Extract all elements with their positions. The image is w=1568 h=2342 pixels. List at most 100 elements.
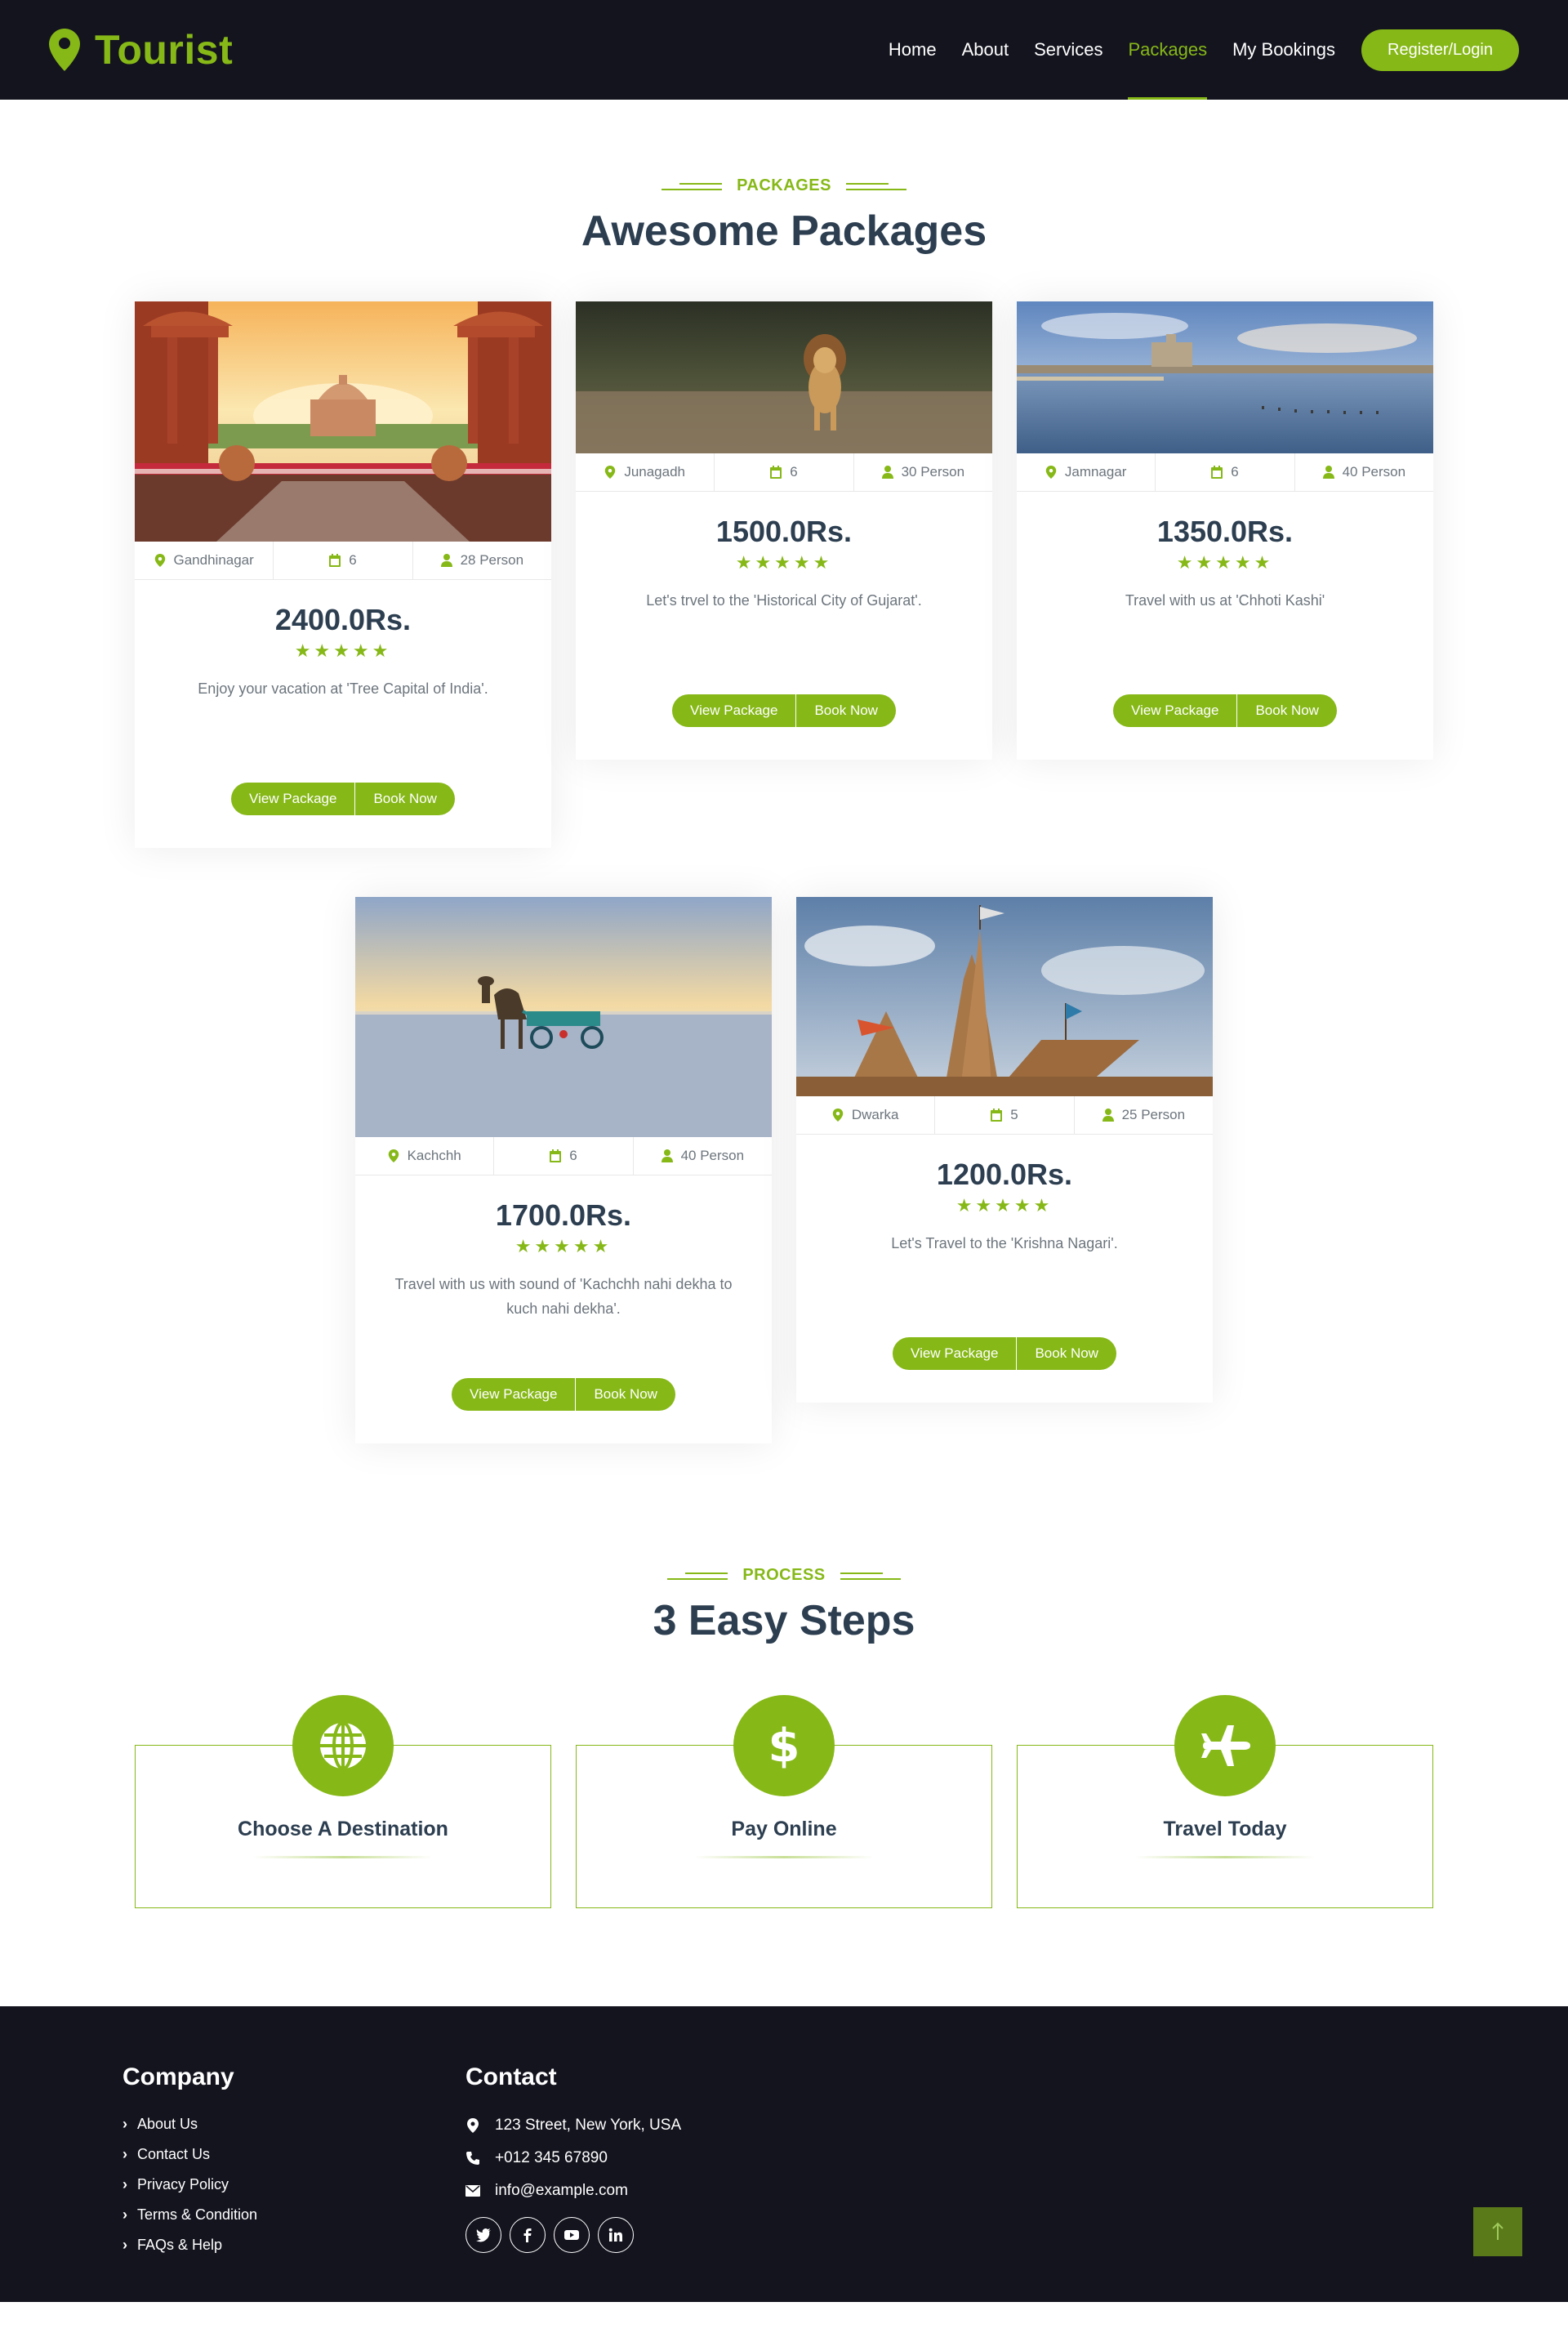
footer-contact: Contact 123 Street, New York, USA +012 3… bbox=[466, 2063, 808, 2302]
brand-name: Tourist bbox=[95, 27, 234, 73]
meta-location: Gandhinagar bbox=[135, 542, 274, 579]
meta-persons: 30 Person bbox=[854, 453, 992, 491]
package-image-dwarka bbox=[796, 897, 1213, 1096]
arrow-up-icon bbox=[1492, 2222, 1503, 2240]
nav-services[interactable]: Services bbox=[1034, 0, 1102, 100]
footer-link-privacy-policy[interactable]: › Privacy Policy bbox=[122, 2170, 466, 2200]
footer-link-faqs[interactable]: › FAQs & Help bbox=[122, 2230, 466, 2260]
package-card-dwarka: Dwarka 5 25 Person 1200.0Rs. ★★★★★ Let's… bbox=[796, 897, 1213, 1403]
footer-link-label: About Us bbox=[137, 2116, 198, 2132]
navbar: Tourist Home About Services Packages My … bbox=[0, 0, 1568, 100]
meta-location: Jamnagar bbox=[1017, 453, 1156, 491]
nav-home[interactable]: Home bbox=[889, 0, 937, 100]
nav-packages[interactable]: Packages bbox=[1128, 0, 1207, 100]
nav-my-bookings[interactable]: My Bookings bbox=[1232, 0, 1335, 100]
meta-persons-text: 40 Person bbox=[1342, 464, 1406, 480]
meta-location-text: Dwarka bbox=[851, 1107, 899, 1122]
book-now-button[interactable]: Book Now bbox=[355, 783, 455, 815]
meta-location: Junagadh bbox=[576, 453, 715, 491]
process-eyebrow: PROCESS bbox=[667, 1566, 901, 1585]
step-choose-destination: Choose A Destination bbox=[135, 1695, 551, 1908]
step-title: Pay Online bbox=[731, 1818, 837, 1840]
svg-text:$: $ bbox=[768, 1720, 800, 1773]
view-package-button[interactable]: View Package bbox=[893, 1337, 1018, 1370]
rating-stars: ★★★★★ bbox=[294, 640, 392, 661]
packages-section: PACKAGES Awesome Packages Gandhinagar 6 … bbox=[0, 100, 1568, 1443]
footer-link-contact-us[interactable]: › Contact Us bbox=[122, 2139, 466, 2170]
footer-email-text: info@example.com bbox=[495, 2182, 628, 2199]
steps-list: Choose A Destination $ Pay Online Travel… bbox=[0, 1694, 1568, 1908]
view-package-button[interactable]: View Package bbox=[452, 1378, 577, 1411]
youtube-icon[interactable] bbox=[554, 2217, 590, 2253]
book-now-button[interactable]: Book Now bbox=[576, 1378, 675, 1411]
view-package-button[interactable]: View Package bbox=[231, 783, 356, 815]
process-heading: PROCESS 3 Easy Steps bbox=[0, 1566, 1568, 1645]
register-login-button[interactable]: Register/Login bbox=[1361, 29, 1519, 71]
twitter-icon[interactable] bbox=[466, 2217, 501, 2253]
location-icon bbox=[1045, 466, 1057, 479]
chevron-right-icon: › bbox=[122, 2116, 127, 2132]
meta-persons: 40 Person bbox=[634, 1137, 772, 1175]
step-title: Travel Today bbox=[1163, 1818, 1287, 1840]
step-title: Choose A Destination bbox=[238, 1818, 448, 1840]
linkedin-icon[interactable] bbox=[598, 2217, 634, 2253]
footer-link-label: FAQs & Help bbox=[137, 2237, 223, 2253]
step-icon-circle bbox=[1174, 1695, 1276, 1796]
chevron-right-icon: › bbox=[122, 2206, 127, 2223]
meta-persons: 25 Person bbox=[1075, 1096, 1213, 1134]
process-title: 3 Easy Steps bbox=[653, 1597, 915, 1644]
meta-persons-text: 40 Person bbox=[680, 1148, 745, 1163]
map-marker-icon bbox=[467, 2118, 479, 2133]
package-actions: View Package Book Now bbox=[135, 783, 551, 815]
globe-icon bbox=[320, 1721, 366, 1770]
footer-link-about-us[interactable]: › About Us bbox=[122, 2109, 466, 2139]
location-icon bbox=[605, 466, 616, 479]
back-to-top-button[interactable] bbox=[1473, 2207, 1522, 2256]
step-travel-today: Travel Today bbox=[1017, 1695, 1433, 1908]
meta-location: Dwarka bbox=[796, 1096, 936, 1134]
package-description: Travel with us with sound of 'Kachchh na… bbox=[394, 1276, 733, 1317]
footer-link-label: Contact Us bbox=[137, 2146, 211, 2162]
meta-days-text: 6 bbox=[790, 464, 798, 480]
book-now-button[interactable]: Book Now bbox=[796, 694, 896, 727]
user-icon bbox=[440, 554, 452, 567]
calendar-icon bbox=[991, 1109, 1003, 1122]
user-icon bbox=[661, 1149, 673, 1162]
brand-logo[interactable]: Tourist bbox=[49, 26, 233, 74]
book-now-button[interactable]: Book Now bbox=[1017, 1337, 1116, 1370]
step-icon-circle: $ bbox=[733, 1695, 835, 1796]
package-description: Let's trvel to the 'Historical City of G… bbox=[646, 592, 922, 609]
meta-days-text: 6 bbox=[349, 552, 357, 568]
footer-company: Company › About Us › Contact Us › Privacy P… bbox=[122, 2063, 466, 2302]
packages-title: Awesome Packages bbox=[581, 207, 987, 255]
package-price: 1700.0Rs. bbox=[495, 1198, 632, 1232]
step-pay-online: $ Pay Online bbox=[576, 1695, 992, 1908]
package-actions: View Package Book Now bbox=[796, 1337, 1213, 1370]
meta-days: 6 bbox=[1156, 453, 1295, 491]
package-actions: View Package Book Now bbox=[576, 694, 992, 727]
package-meta: Gandhinagar 6 28 Person bbox=[135, 542, 551, 580]
step-divider bbox=[694, 1856, 874, 1858]
package-image-junagadh bbox=[576, 301, 992, 453]
footer-link-terms[interactable]: › Terms & Condition bbox=[122, 2200, 466, 2230]
location-icon bbox=[832, 1109, 844, 1122]
facebook-icon[interactable] bbox=[510, 2217, 546, 2253]
book-now-button[interactable]: Book Now bbox=[1237, 694, 1337, 727]
meta-persons-text: 28 Person bbox=[460, 552, 524, 568]
footer-link-label: Privacy Policy bbox=[137, 2176, 229, 2193]
eyebrow-lines-left bbox=[667, 1571, 728, 1581]
view-package-button[interactable]: View Package bbox=[1113, 694, 1238, 727]
meta-location-text: Gandhinagar bbox=[173, 552, 254, 568]
package-price: 1500.0Rs. bbox=[715, 515, 853, 548]
view-package-button[interactable]: View Package bbox=[672, 694, 797, 727]
meta-persons-text: 25 Person bbox=[1121, 1107, 1186, 1122]
nav-about[interactable]: About bbox=[962, 0, 1009, 100]
package-price: 1350.0Rs. bbox=[1156, 515, 1294, 548]
package-price: 2400.0Rs. bbox=[274, 603, 412, 636]
package-meta: Kachchh 6 40 Person bbox=[355, 1137, 772, 1175]
package-description: Enjoy your vacation at 'Tree Capital of … bbox=[198, 680, 488, 697]
meta-persons-text: 30 Person bbox=[901, 464, 965, 480]
package-actions: View Package Book Now bbox=[1017, 694, 1433, 727]
package-card-junagadh: Junagadh 6 30 Person 1500.0Rs. ★★★★★ Let… bbox=[576, 301, 992, 760]
user-icon bbox=[1102, 1109, 1114, 1122]
